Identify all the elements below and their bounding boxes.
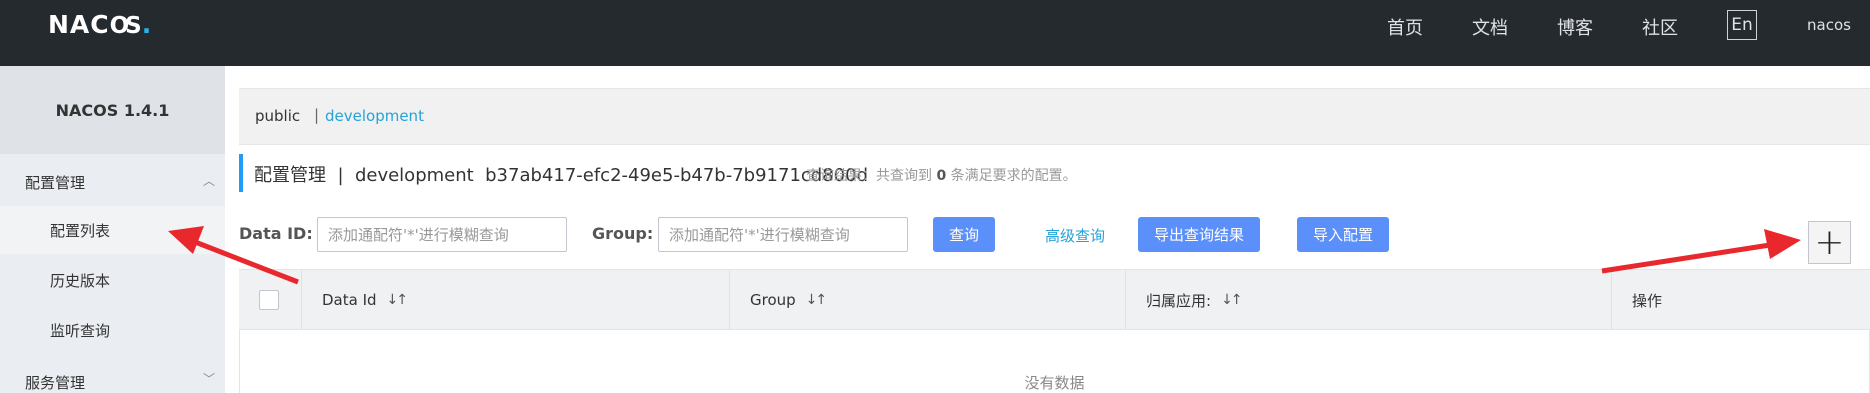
version-title: NACOS 1.4.1 [0, 66, 225, 154]
nav-blog[interactable]: 博客 [1557, 14, 1593, 40]
menu-group-config[interactable]: 配置管理 [25, 172, 85, 193]
add-config-button[interactable]: + [1808, 221, 1851, 264]
arrow-to-add-button [1601, 229, 1801, 274]
sidebar-item-listener[interactable]: 监听查询 [0, 306, 225, 354]
result-prefix: 查询结果：共查询到 [806, 168, 937, 184]
sidebar-item-history[interactable]: 历史版本 [0, 256, 225, 304]
language-toggle-button[interactable]: En [1727, 10, 1757, 40]
import-config-button[interactable]: 导入配置 [1297, 217, 1389, 252]
query-button[interactable]: 查询 [933, 217, 995, 252]
title-accent-bar [239, 154, 243, 192]
column-header-dataid[interactable]: Data Id ↓↑ [302, 270, 730, 330]
sort-icon[interactable]: ↓↑ [806, 292, 828, 308]
empty-state-text: 没有数据 [1024, 374, 1085, 392]
chevron-up-icon[interactable]: ︿ [203, 172, 215, 189]
namespace-separator: | [314, 106, 320, 124]
sidebar-item-config-list[interactable]: 配置列表 [0, 206, 225, 254]
namespace-public[interactable]: public [255, 107, 300, 125]
config-table-header: Data Id ↓↑ Group ↓↑ 归属应用: ↓↑ 操作 [239, 269, 1870, 330]
group-search-input[interactable] [658, 217, 908, 252]
dataid-search-input[interactable] [317, 217, 567, 252]
column-label-dataid: Data Id [322, 291, 377, 309]
logo-dot: . [141, 10, 153, 39]
column-label-group: Group [750, 291, 796, 309]
sort-icon[interactable]: ↓↑ [387, 292, 409, 308]
sort-icon[interactable]: ↓↑ [1221, 292, 1243, 308]
advanced-query-link[interactable]: 高级查询 [1045, 225, 1105, 246]
nav-docs[interactable]: 文档 [1472, 14, 1508, 40]
result-count: 0 [936, 168, 947, 184]
group-label: Group: [592, 224, 654, 243]
column-header-actions: 操作 [1612, 270, 1870, 330]
nacos-logo[interactable]: NAC OS. [48, 10, 152, 39]
config-table-body: 没有数据 [239, 330, 1870, 393]
nav-home[interactable]: 首页 [1387, 14, 1423, 40]
nav-community[interactable]: 社区 [1642, 14, 1678, 40]
namespace-development[interactable]: development [325, 107, 424, 125]
select-all-cell [239, 270, 302, 330]
column-header-app[interactable]: 归属应用: ↓↑ [1126, 270, 1612, 330]
column-label-app: 归属应用: [1146, 291, 1212, 310]
result-suffix: 条满足要求的配置。 [946, 168, 1077, 184]
export-results-button[interactable]: 导出查询结果 [1138, 217, 1260, 252]
column-label-actions: 操作 [1632, 291, 1663, 310]
namespace-bar: public | development [239, 88, 1870, 145]
menu-group-service[interactable]: 服务管理 [25, 372, 85, 393]
page-title: 配置管理 | development b37ab417-efc2-49e5-b4… [254, 165, 868, 186]
top-navbar: NAC OS. 首页 文档 博客 社区 En nacos [0, 0, 1870, 66]
column-header-group[interactable]: Group ↓↑ [730, 270, 1126, 330]
chevron-down-icon[interactable]: ﹀ [203, 370, 215, 387]
user-name[interactable]: nacos [1807, 16, 1851, 34]
logo-text: NAC [48, 10, 110, 39]
sidebar: NACOS 1.4.1 配置管理 ︿ 配置列表 历史版本 监听查询 服务管理 ﹀ [0, 66, 225, 393]
select-all-checkbox[interactable] [259, 290, 279, 310]
query-result-text: 查询结果：共查询到 0 条满足要求的配置。 [806, 165, 1077, 185]
logo-os: OS [109, 13, 142, 39]
dataid-label: Data ID: [239, 224, 313, 243]
